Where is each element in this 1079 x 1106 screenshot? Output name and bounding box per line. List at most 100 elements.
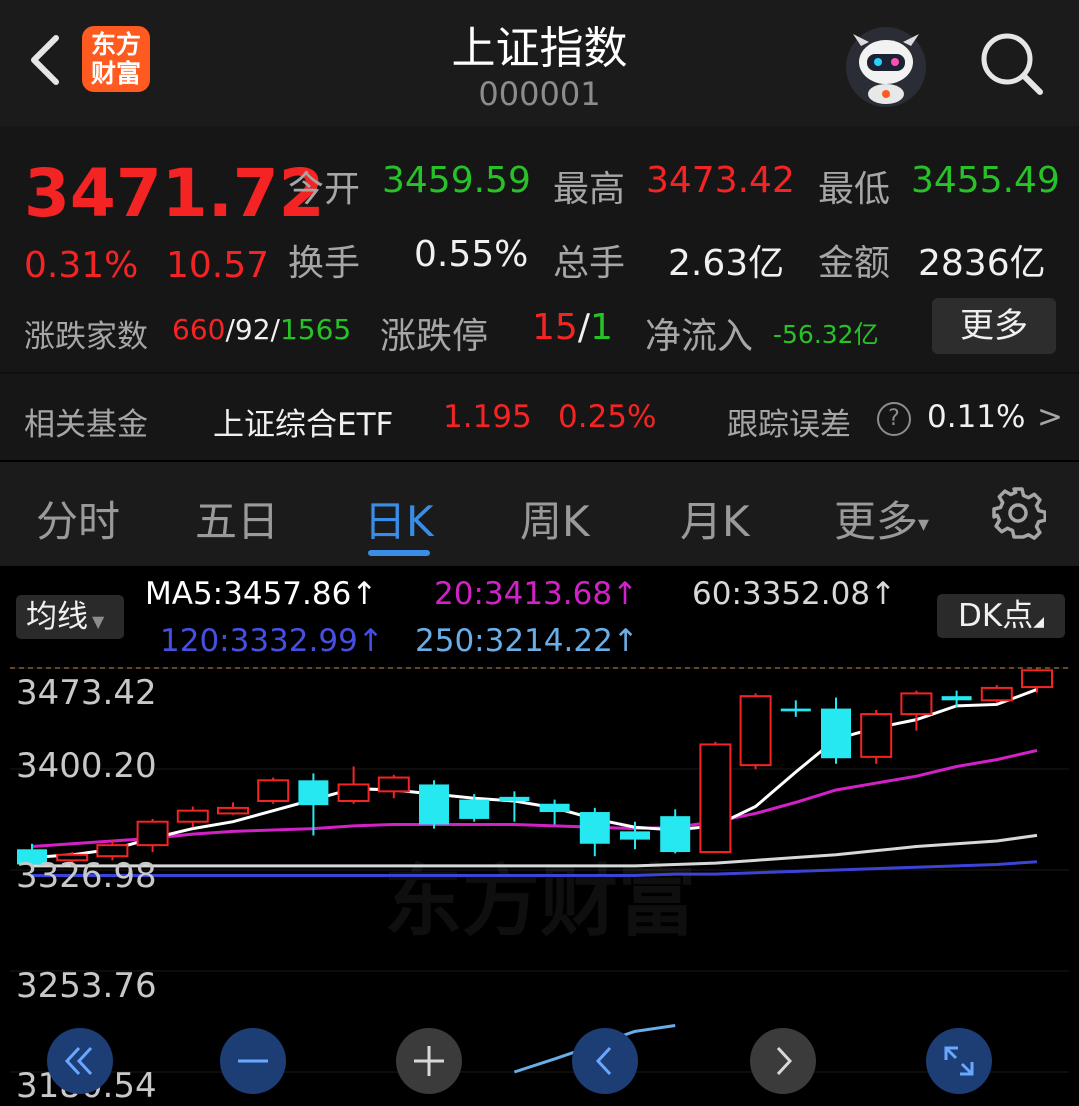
candle xyxy=(337,766,370,804)
turnover-value: 0.55% xyxy=(414,234,529,275)
candle-body xyxy=(96,844,129,858)
open-label: 今开 xyxy=(288,169,361,210)
plus-icon xyxy=(414,1046,444,1076)
candle-body xyxy=(257,779,290,803)
tracking-error-value: 0.11% xyxy=(927,399,1026,435)
y-axis-tick: 3473.42 xyxy=(16,673,157,713)
netflow-value: -56.32亿 xyxy=(773,320,879,349)
expand-arrows-icon xyxy=(944,1046,974,1076)
candle xyxy=(699,741,732,854)
limit-values: 15/1 xyxy=(532,307,613,348)
zoom-out-button[interactable] xyxy=(220,1028,286,1094)
y-axis-tick: 3400.20 xyxy=(16,746,157,786)
high-value: 3473.42 xyxy=(646,160,795,201)
minus-icon xyxy=(238,1059,268,1063)
fund-label: 相关基金 xyxy=(24,407,148,443)
candle xyxy=(176,806,209,828)
candle-body xyxy=(660,816,691,853)
ma250-label: 250:3214.22↑ xyxy=(415,623,639,659)
fund-price: 1.195 xyxy=(443,399,532,435)
volume-value: 2.63亿 xyxy=(668,243,785,284)
chevron-left-icon xyxy=(595,1046,612,1076)
change-amount: 10.57 xyxy=(166,245,270,286)
scroll-far-left-button[interactable] xyxy=(47,1028,113,1094)
candle-body xyxy=(136,820,169,847)
candle xyxy=(1021,668,1053,693)
dk-point-label: DK点 xyxy=(958,598,1034,634)
amount-label: 金额 xyxy=(818,243,891,284)
breadth-label: 涨跌家数 xyxy=(24,319,148,355)
candle-body xyxy=(337,783,370,803)
help-icon[interactable]: ? xyxy=(877,402,911,436)
ma5-label: MA5:3457.86↑ xyxy=(145,576,378,612)
candle xyxy=(377,774,410,799)
candle xyxy=(298,773,329,836)
candle xyxy=(900,690,933,731)
change-percent: 0.31% xyxy=(24,245,139,286)
candle-body xyxy=(860,713,893,758)
tab-intraday[interactable]: 分时 xyxy=(36,488,120,549)
candle xyxy=(660,809,691,854)
breadth-flat: 92 xyxy=(234,313,271,346)
breadth-down: 1565 xyxy=(279,313,352,346)
tracking-error-label: 跟踪误差 xyxy=(727,407,851,443)
dropdown-caret-icon: ▼ xyxy=(92,612,105,631)
search-icon[interactable] xyxy=(976,28,1046,98)
y-axis-tick: 3253.76 xyxy=(16,966,157,1006)
candle xyxy=(499,791,530,822)
scroll-right-button[interactable] xyxy=(750,1028,816,1094)
open-value: 3459.59 xyxy=(382,160,531,201)
candle-body xyxy=(620,831,650,840)
candle-body xyxy=(377,776,410,793)
candle-body xyxy=(298,780,329,806)
netflow-label: 净流入 xyxy=(645,316,754,357)
breadth-values: 660/92/1565 xyxy=(172,313,352,346)
tab-five-day[interactable]: 五日 xyxy=(195,488,279,549)
tab-daily-k[interactable]: 日K xyxy=(364,488,434,549)
breadth-up: 660 xyxy=(172,313,226,346)
candle xyxy=(579,807,610,857)
tab-more[interactable]: 更多▾ xyxy=(834,488,929,549)
robot-assistant-icon[interactable] xyxy=(845,26,927,108)
candle-body xyxy=(176,809,209,823)
candlestick-chart[interactable]: 东方财富 xyxy=(0,660,1079,1087)
ma120-label: 120:3332.99↑ xyxy=(160,623,384,659)
tab-monthly-k[interactable]: 月K xyxy=(680,488,750,549)
scroll-left-button[interactable] xyxy=(572,1028,638,1094)
candle xyxy=(136,818,169,853)
tab-weekly-k[interactable]: 周K xyxy=(520,488,590,549)
limit-down: 1 xyxy=(589,307,613,348)
volume-label: 总手 xyxy=(553,243,626,284)
candle-body xyxy=(699,743,732,854)
y-axis-tick: 3326.98 xyxy=(16,856,157,896)
more-button[interactable]: 更多 xyxy=(932,298,1056,354)
indicator-selector[interactable]: 均线 ▼ xyxy=(16,595,124,639)
settings-gear-icon[interactable] xyxy=(990,485,1046,541)
indicator-selector-label: 均线 xyxy=(26,599,88,635)
candle-body xyxy=(900,692,933,716)
candle-body xyxy=(217,806,249,815)
double-chevron-left-icon xyxy=(64,1046,93,1076)
limit-up: 15 xyxy=(532,307,578,348)
candle xyxy=(739,693,772,770)
turnover-label: 换手 xyxy=(288,243,361,284)
low-label: 最低 xyxy=(818,169,891,210)
fund-name[interactable]: 上证综合ETF xyxy=(213,399,393,444)
watermark: 东方财富 xyxy=(384,857,696,947)
zoom-in-button[interactable] xyxy=(396,1028,462,1094)
candle-body xyxy=(739,695,772,767)
candle-body xyxy=(419,784,449,825)
limit-label: 涨跌停 xyxy=(380,316,489,357)
fullscreen-button[interactable] xyxy=(926,1028,992,1094)
ma20-label: 20:3413.68↑ xyxy=(434,576,639,612)
ma60-label: 60:3352.08↑ xyxy=(692,576,897,612)
chevron-right-icon[interactable]: > xyxy=(1037,399,1063,435)
chevron-right-icon xyxy=(776,1046,793,1076)
candle xyxy=(860,709,893,764)
candle-body xyxy=(780,708,811,712)
dk-point-button[interactable]: DK点◢ xyxy=(937,594,1065,638)
candle xyxy=(980,685,1013,704)
amount-value: 2836亿 xyxy=(918,243,1046,284)
candle xyxy=(821,697,851,764)
candle-body xyxy=(1021,669,1053,689)
